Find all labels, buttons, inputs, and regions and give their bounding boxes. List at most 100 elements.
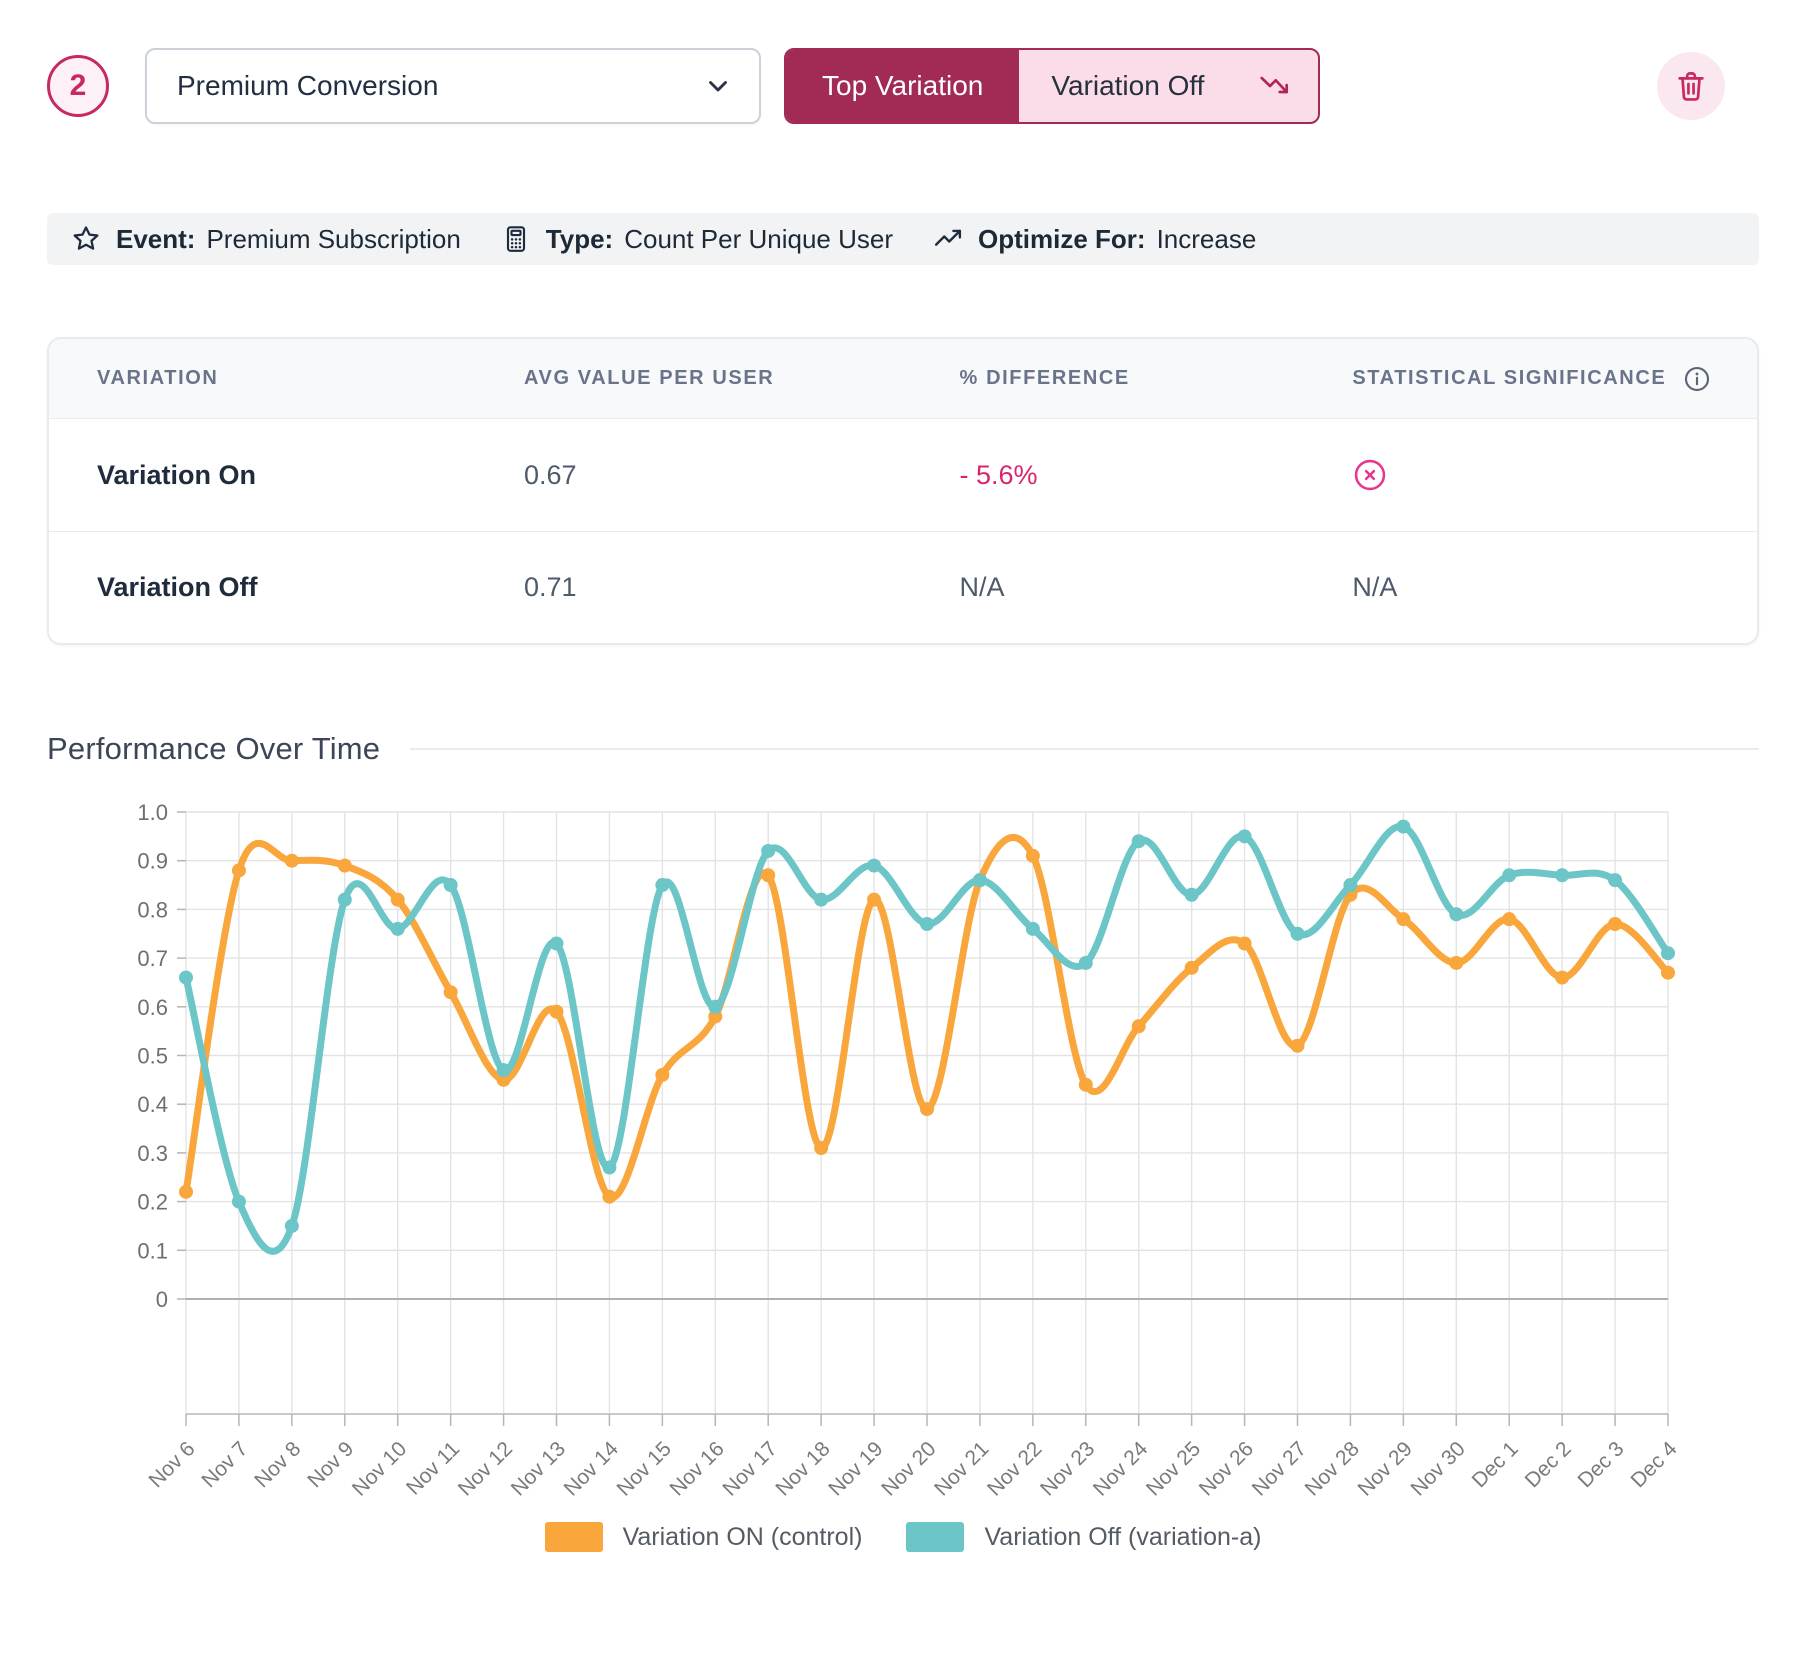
data-point (1449, 907, 1463, 921)
row2-variation: Variation Off (49, 572, 476, 603)
col-variation: VARIATION (49, 367, 476, 390)
x-axis-label: Nov 20 (877, 1437, 940, 1500)
y-axis-label: 0.7 (137, 946, 168, 971)
x-axis-label: Nov 21 (930, 1437, 993, 1500)
data-point (338, 893, 352, 907)
chart-legend: Variation ON (control) Variation Off (var… (47, 1522, 1759, 1552)
winner-variation-label: Variation Off (1051, 70, 1204, 102)
chevron-down-icon (703, 71, 733, 101)
delete-metric-button[interactable] (1657, 52, 1725, 120)
x-axis-label: Nov 14 (560, 1437, 624, 1501)
data-point (285, 1219, 299, 1233)
chart-section-title: Performance Over Time (47, 731, 380, 767)
data-point (1502, 912, 1516, 926)
meta-event-value: Premium Subscription (206, 224, 460, 255)
metric-dropdown[interactable]: Premium Conversion (145, 48, 761, 124)
data-point (1555, 868, 1569, 882)
metric-dropdown-value: Premium Conversion (177, 70, 438, 102)
row1-significance (1304, 457, 1757, 493)
info-icon[interactable] (1682, 364, 1712, 394)
col-avg-value: AVG VALUE PER USER (476, 367, 912, 390)
x-axis-label: Nov 25 (1142, 1437, 1205, 1500)
col-significance: STATISTICAL SIGNIFICANCE (1304, 364, 1757, 394)
y-axis-label: 0.5 (137, 1044, 168, 1069)
x-axis-label: Nov 13 (507, 1437, 570, 1500)
data-point (1291, 927, 1305, 941)
data-point (550, 1005, 564, 1019)
data-point (1608, 873, 1622, 887)
row2-significance: N/A (1304, 572, 1757, 603)
data-point (1238, 829, 1252, 843)
x-axis-label: Dec 4 (1626, 1437, 1681, 1492)
x-axis-label: Nov 18 (771, 1437, 834, 1500)
x-axis-label: Nov 6 (144, 1437, 199, 1492)
data-point (1396, 820, 1410, 834)
data-point (1238, 936, 1252, 950)
data-point (1449, 956, 1463, 970)
data-point (814, 893, 828, 907)
data-point (920, 917, 934, 931)
data-point (1608, 917, 1622, 931)
data-point (1026, 922, 1040, 936)
row1-variation: Variation On (49, 460, 476, 491)
data-point (602, 1161, 616, 1175)
legend-swatch-icon (545, 1522, 603, 1552)
x-axis-label: Nov 22 (983, 1437, 1046, 1500)
performance-chart-container: 00.10.20.30.40.50.60.70.80.91.0Nov 6Nov … (47, 769, 1759, 1552)
top-variation-button[interactable]: Top Variation (786, 50, 1019, 122)
x-axis-label: Nov 8 (250, 1437, 305, 1492)
winner-variation-button[interactable]: Variation Off (1019, 50, 1318, 122)
results-table: VARIATION AVG VALUE PER USER % DIFFERENC… (47, 337, 1759, 645)
meta-type-value: Count Per Unique User (624, 224, 893, 255)
data-point (391, 922, 405, 936)
star-icon (71, 224, 101, 254)
y-axis-label: 1.0 (137, 800, 168, 825)
x-axis-label: Dec 3 (1574, 1437, 1629, 1492)
y-axis-label: 0.2 (137, 1190, 168, 1215)
data-point (761, 868, 775, 882)
x-axis-label: Dec 1 (1468, 1437, 1523, 1492)
x-axis-label: Nov 11 (402, 1437, 464, 1499)
variation-segmented-control: Top Variation Variation Off (784, 48, 1320, 124)
x-axis-label: Dec 2 (1521, 1437, 1576, 1492)
metric-index: 2 (70, 69, 87, 103)
data-point (285, 854, 299, 868)
y-axis-label: 0.1 (137, 1238, 168, 1263)
chart-section-header: Performance Over Time (47, 731, 1759, 767)
data-point (867, 859, 881, 873)
data-point (761, 844, 775, 858)
legend-item-variation-off: Variation Off (variation-a) (906, 1522, 1261, 1552)
results-table-header: VARIATION AVG VALUE PER USER % DIFFERENC… (49, 339, 1757, 419)
x-axis-label: Nov 16 (666, 1437, 729, 1500)
data-point (1079, 1078, 1093, 1092)
x-axis-label: Nov 27 (1248, 1437, 1311, 1500)
data-point (1026, 849, 1040, 863)
x-axis-label: Nov 24 (1089, 1437, 1153, 1501)
data-point (1132, 834, 1146, 848)
x-axis-label: Nov 30 (1407, 1437, 1470, 1500)
data-point (1132, 1019, 1146, 1033)
row2-difference: N/A (912, 572, 1305, 603)
page: 2 Premium Conversion Top Variation Varia… (0, 0, 1806, 1552)
x-axis-label: Nov 23 (1036, 1437, 1099, 1500)
meta-optimize-label: Optimize For: (978, 224, 1146, 255)
data-point (1185, 888, 1199, 902)
section-divider (410, 748, 1759, 750)
x-axis-label: Nov 10 (348, 1437, 411, 1500)
x-axis-label: Nov 12 (454, 1437, 517, 1500)
meta-event: Event: Premium Subscription (71, 224, 461, 255)
data-point (655, 878, 669, 892)
legend-item-variation-on: Variation ON (control) (545, 1522, 863, 1552)
calculator-icon (501, 224, 531, 254)
data-point (708, 1000, 722, 1014)
row1-avg-value: 0.67 (476, 460, 912, 491)
metric-meta-bar: Event: Premium Subscription Type: Count … (47, 213, 1759, 265)
performance-chart: 00.10.20.30.40.50.60.70.80.91.0Nov 6Nov … (47, 769, 1759, 1511)
table-row-variation-on: Variation On 0.67 - 5.6% (49, 419, 1757, 531)
data-point (179, 1185, 193, 1199)
data-point (1661, 966, 1675, 980)
col-significance-label: STATISTICAL SIGNIFICANCE (1352, 367, 1666, 390)
data-point (232, 863, 246, 877)
meta-optimize-value: Increase (1157, 224, 1257, 255)
x-axis-label: Nov 7 (197, 1437, 252, 1492)
